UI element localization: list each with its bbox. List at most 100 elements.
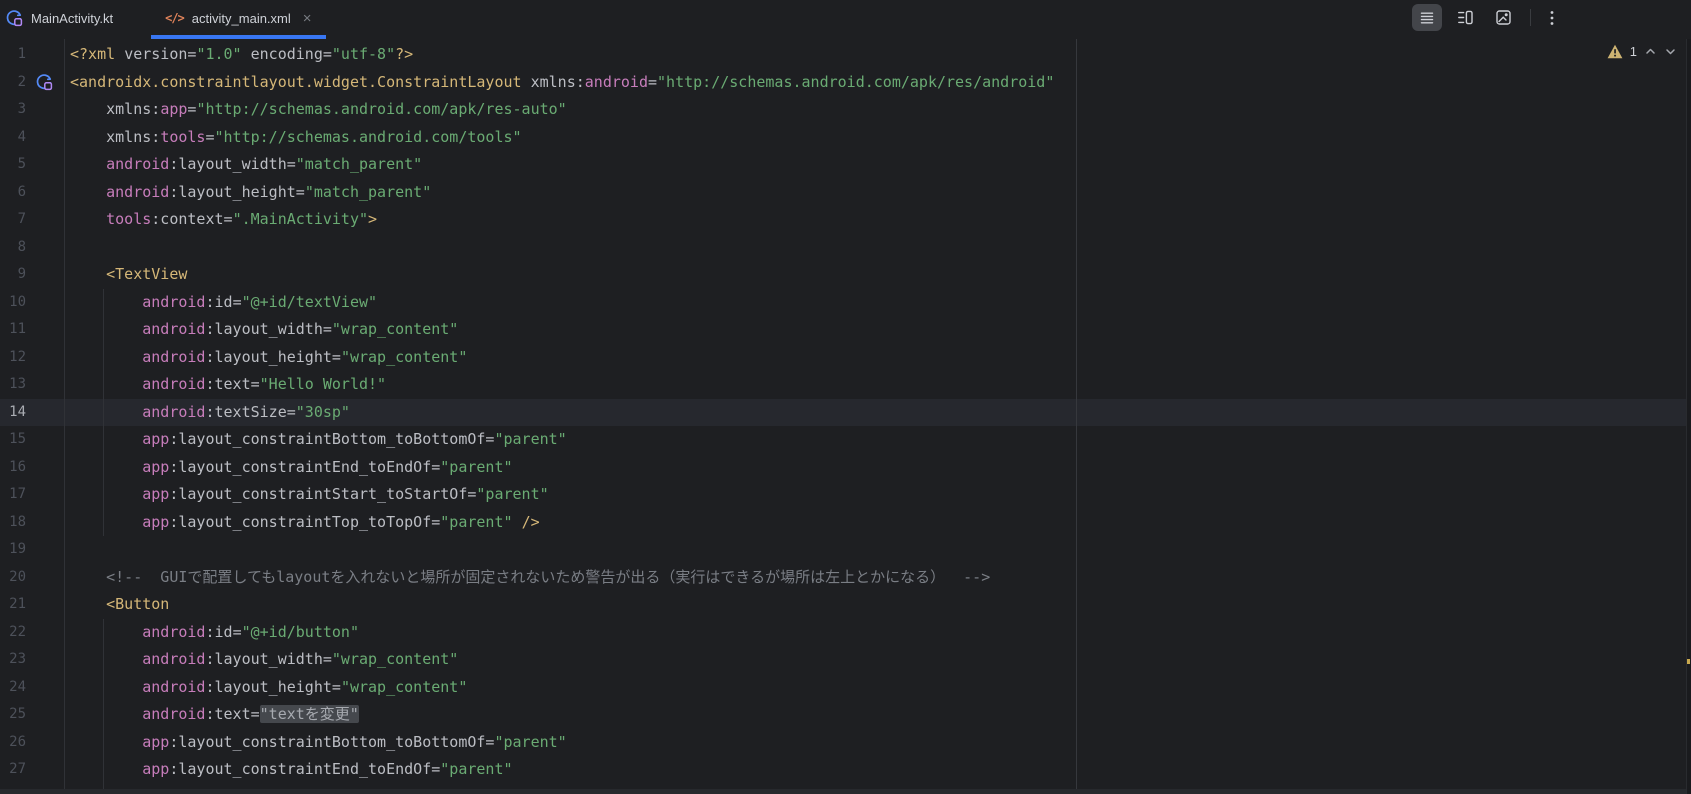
code-line[interactable]: 24 android:layout_height="wrap_content" [0,674,1685,702]
line-number[interactable]: 23 [0,646,26,674]
code-line-text[interactable]: android:textSize="30sp" [26,399,350,427]
line-number[interactable]: 26 [0,729,26,757]
code-line[interactable]: 10 android:id="@+id/textView" [0,289,1685,317]
code-line[interactable]: 1 <?xml version="1.0" encoding="utf-8"?> [0,41,1685,69]
line-number[interactable]: 21 [0,591,26,619]
code-line[interactable]: 19 [0,536,1685,564]
code-line[interactable]: 27 app:layout_constraintEnd_toEndOf="par… [0,756,1685,784]
code-line-text[interactable] [26,234,70,262]
prev-problem-button[interactable] [1644,45,1657,58]
code-line-text[interactable]: android:id="@+id/textView" [26,289,377,317]
line-number[interactable]: 19 [0,536,26,564]
code-line-text[interactable]: <Button [26,591,169,619]
code-line[interactable]: 9 <TextView [0,261,1685,289]
code-line[interactable]: 21 <Button [0,591,1685,619]
line-number[interactable]: 15 [0,426,26,454]
code-line-text[interactable]: android:layout_height="wrap_content" [26,674,467,702]
tab-label: MainActivity.kt [31,10,114,26]
code-editor: 1 <?xml version="1.0" encoding="utf-8"?> 2… [0,39,1691,794]
tab-close-icon[interactable]: × [303,11,312,26]
view-mode-code-button[interactable] [1412,4,1442,31]
code-line[interactable]: 15 app:layout_constraintBottom_toBottomO… [0,426,1685,454]
line-number[interactable]: 5 [0,151,26,179]
code-line-text[interactable]: <?xml version="1.0" encoding="utf-8"?> [26,41,413,69]
line-number[interactable]: 4 [0,124,26,152]
scrollbar-error-stripe[interactable] [1686,39,1691,794]
code-line-text[interactable]: <!-- GUIで配置してもlayoutを入れないと場所が固定されないため警告が… [26,564,990,592]
code-line-text[interactable]: android:text="Hello World!" [26,371,386,399]
code-line-text[interactable]: app:layout_constraintEnd_toEndOf="parent… [26,454,512,482]
code-line-text[interactable]: app:layout_constraintStart_toStartOf="pa… [26,481,548,509]
view-mode-design-button[interactable] [1488,4,1518,31]
code-line[interactable]: 7 tools:context=".MainActivity"> [0,206,1685,234]
line-number[interactable]: 17 [0,481,26,509]
line-number[interactable]: 24 [0,674,26,702]
code-line-text[interactable]: android:layout_height="wrap_content" [26,344,467,372]
line-number[interactable]: 14 [0,399,26,427]
line-number[interactable]: 10 [0,289,26,317]
code-line-text[interactable]: xmlns:tools="http://schemas.android.com/… [26,124,521,152]
code-line[interactable]: 8 [0,234,1685,262]
line-number[interactable]: 13 [0,371,26,399]
line-number[interactable]: 27 [0,756,26,784]
line-number[interactable]: 20 [0,564,26,592]
code-line-text[interactable]: <androidx.constraintlayout.widget.Constr… [26,69,1054,97]
code-line[interactable]: 6 android:layout_height="match_parent" [0,179,1685,207]
code-line[interactable]: 5 android:layout_width="match_parent" [0,151,1685,179]
line-number[interactable]: 2 [0,69,26,97]
line-number[interactable]: 9 [0,261,26,289]
code-line-text[interactable]: android:id="@+id/button" [26,619,359,647]
horizontal-scrollbar[interactable] [0,789,1686,794]
view-mode-split-button[interactable] [1450,4,1480,31]
line-number[interactable]: 11 [0,316,26,344]
code-line-text[interactable]: <TextView [26,261,187,289]
code-line[interactable]: 16 app:layout_constraintEnd_toEndOf="par… [0,454,1685,482]
toolbar-divider [1530,9,1531,26]
code-line-text[interactable]: app:layout_constraintEnd_toEndOf="parent… [26,756,512,784]
line-number[interactable]: 16 [0,454,26,482]
more-options-button[interactable] [1541,4,1563,31]
code-line-text[interactable] [26,536,70,564]
code-line[interactable]: 14 android:textSize="30sp" [0,399,1685,427]
line-number[interactable]: 12 [0,344,26,372]
go-to-related-file-icon[interactable] [36,74,53,91]
next-problem-button[interactable] [1664,45,1677,58]
inspections-widget[interactable]: 1 [1607,44,1677,59]
code-line-text[interactable]: tools:context=".MainActivity"> [26,206,377,234]
code-line[interactable]: 12 android:layout_height="wrap_content" [0,344,1685,372]
code-line[interactable]: 11 android:layout_width="wrap_content" [0,316,1685,344]
line-number[interactable]: 8 [0,234,26,262]
line-number[interactable]: 25 [0,701,26,729]
code-line-text[interactable]: android:layout_height="match_parent" [26,179,431,207]
code-line[interactable]: 26 app:layout_constraintBottom_toBottomO… [0,729,1685,757]
code-line[interactable]: 3 xmlns:app="http://schemas.android.com/… [0,96,1685,124]
code-line[interactable]: 23 android:layout_width="wrap_content" [0,646,1685,674]
code-line-text[interactable]: android:text="textを変更" [26,701,359,729]
code-line[interactable]: 18 app:layout_constraintTop_toTopOf="par… [0,509,1685,537]
code-line[interactable]: 25 android:text="textを変更" [0,701,1685,729]
warning-stripe-mark[interactable] [1687,659,1690,664]
tab-mainactivity-kt[interactable]: MainActivity.kt [0,0,127,39]
code-line-text[interactable]: app:layout_constraintBottom_toBottomOf="… [26,729,566,757]
code-line[interactable]: 22 android:id="@+id/button" [0,619,1685,647]
line-number[interactable]: 18 [0,509,26,537]
code-line[interactable]: 4 xmlns:tools="http://schemas.android.co… [0,124,1685,152]
code-view-icon [1420,12,1434,24]
line-number[interactable]: 1 [0,41,26,69]
code-line[interactable]: 2 <androidx.constraintlayout.widget.Const… [0,69,1685,97]
line-number[interactable]: 6 [0,179,26,207]
code-line-text[interactable]: app:layout_constraintTop_toTopOf="parent… [26,509,539,537]
code-line-text[interactable]: android:layout_width="wrap_content" [26,316,458,344]
code-line-text[interactable]: android:layout_width="wrap_content" [26,646,458,674]
warning-icon [1607,44,1623,59]
line-number[interactable]: 22 [0,619,26,647]
code-line-text[interactable]: app:layout_constraintBottom_toBottomOf="… [26,426,566,454]
code-line-text[interactable]: xmlns:app="http://schemas.android.com/ap… [26,96,567,124]
code-line[interactable]: 13 android:text="Hello World!" [0,371,1685,399]
code-line[interactable]: 17 app:layout_constraintStart_toStartOf=… [0,481,1685,509]
tab-activity-main-xml[interactable]: </> activity_main.xml × [151,0,326,39]
code-line-text[interactable]: android:layout_width="match_parent" [26,151,422,179]
line-number[interactable]: 3 [0,96,26,124]
line-number[interactable]: 7 [0,206,26,234]
code-line[interactable]: 20 <!-- GUIで配置してもlayoutを入れないと場所が固定されないため… [0,564,1685,592]
